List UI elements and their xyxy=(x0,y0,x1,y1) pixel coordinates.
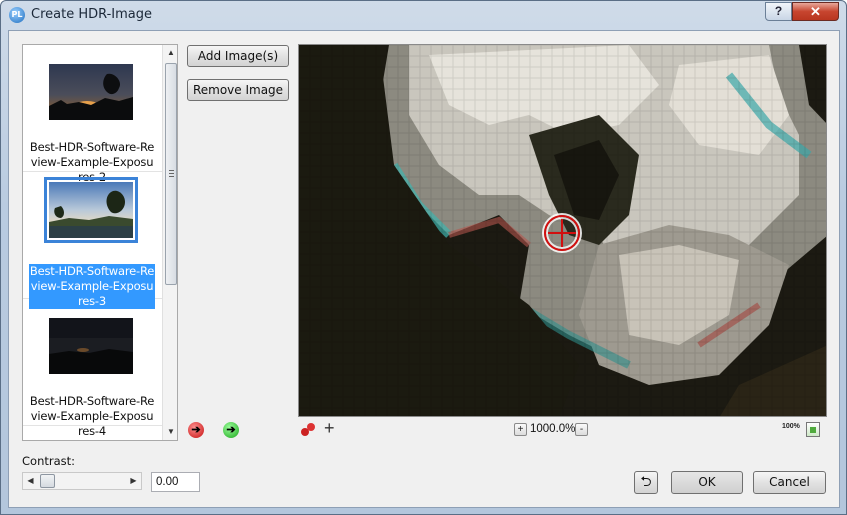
fit-to-window-icon[interactable] xyxy=(806,422,820,437)
slider-thumb[interactable] xyxy=(40,474,55,488)
close-button[interactable]: ✕ xyxy=(792,2,839,21)
ok-button[interactable]: OK xyxy=(671,471,743,494)
add-images-button[interactable]: Add Image(s) xyxy=(187,45,289,67)
slider-left-icon[interactable]: ◀ xyxy=(23,473,38,489)
help-button[interactable]: ? xyxy=(765,2,792,21)
scroll-thumb[interactable] xyxy=(165,63,177,285)
list-item-selected[interactable]: Best-HDR-Software-Review-Example-Exposur… xyxy=(23,172,162,309)
zoom-level: 1000.0% xyxy=(530,423,576,435)
add-point-icon[interactable]: + xyxy=(324,419,335,437)
dialog-client-area: Best-HDR-Software-Review-Example-Exposur… xyxy=(8,30,840,508)
list-scrollbar[interactable]: ▲ ▼ xyxy=(162,45,177,440)
zoom-out-button[interactable]: - xyxy=(575,423,588,436)
contrast-slider[interactable]: ◀ ▶ xyxy=(22,472,142,490)
title-bar[interactable]: PL Create HDR-Image ? ✕ xyxy=(1,1,846,29)
image-list[interactable]: Best-HDR-Software-Review-Example-Exposur… xyxy=(22,44,178,441)
app-logo-icon: PL xyxy=(9,7,25,23)
scroll-down-icon[interactable]: ▼ xyxy=(163,424,177,440)
slider-right-icon[interactable]: ▶ xyxy=(126,473,141,489)
preview-toolbar: + + 1000.0% - 100% xyxy=(298,419,827,440)
undo-button[interactable]: ⮌ xyxy=(634,471,658,494)
remove-image-button[interactable]: Remove Image xyxy=(187,79,289,101)
arrow-right-green-icon[interactable]: ➔ xyxy=(223,422,239,438)
thumbnail-label: Best-HDR-Software-Review-Example-Exposur… xyxy=(29,394,155,438)
scroll-up-icon[interactable]: ▲ xyxy=(163,45,177,61)
thumbnail-image xyxy=(49,64,133,120)
zoom-in-button[interactable]: + xyxy=(514,423,527,436)
window-title: Create HDR-Image xyxy=(31,7,153,22)
list-item[interactable]: Best-HDR-Software-Review-Example-Exposur… xyxy=(23,299,162,438)
undo-icon: ⮌ xyxy=(640,474,652,490)
arrow-left-red-icon[interactable]: ➔ xyxy=(188,422,204,438)
list-item[interactable]: Best-HDR-Software-Review-Example-Exposur… xyxy=(23,45,162,184)
cancel-button[interactable]: Cancel xyxy=(753,471,826,494)
thumbnail-image xyxy=(44,177,138,243)
thumbnail-image xyxy=(49,318,133,374)
create-hdr-window: PL Create HDR-Image ? ✕ Best-HDR-Softwar… xyxy=(0,0,847,515)
crosshair-marker[interactable] xyxy=(544,215,580,251)
actual-size-label[interactable]: 100% xyxy=(782,423,800,430)
hdr-preview[interactable] xyxy=(298,44,827,417)
marker-icon[interactable] xyxy=(300,422,316,438)
contrast-label: Contrast: xyxy=(22,454,76,468)
contrast-value-field[interactable]: 0.00 xyxy=(151,472,200,492)
